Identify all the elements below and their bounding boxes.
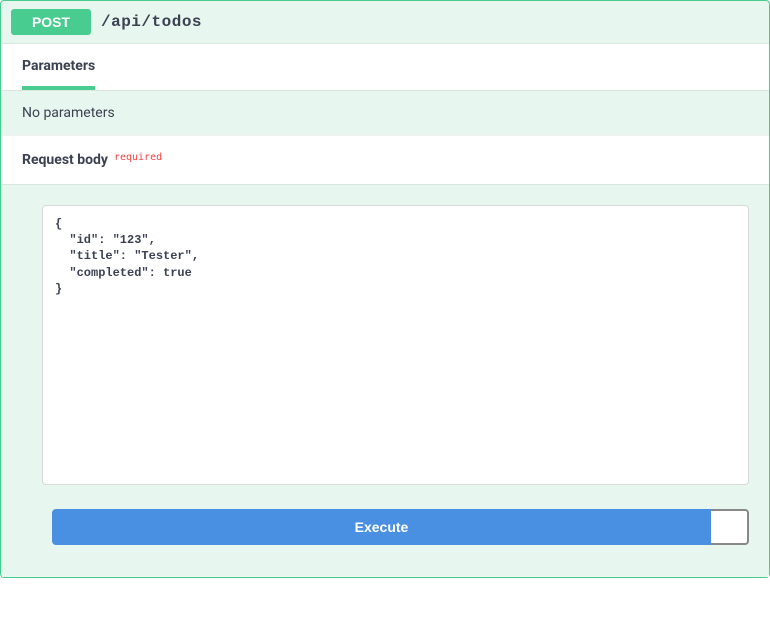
execute-button[interactable]: Execute <box>52 509 711 545</box>
method-badge: POST <box>11 9 91 35</box>
required-badge: required <box>114 152 162 163</box>
operation-header[interactable]: POST /api/todos <box>1 1 769 43</box>
endpoint-path: /api/todos <box>101 13 202 31</box>
operation-block: POST /api/todos Parameters No parameters… <box>0 0 770 578</box>
request-body-label: Request body <box>22 152 108 168</box>
clear-button[interactable] <box>711 509 749 545</box>
tab-parameters[interactable]: Parameters <box>22 58 95 90</box>
operation-body: Parameters No parameters Request body re… <box>2 43 769 577</box>
request-body-section: Execute <box>2 184 769 577</box>
execute-row: Execute <box>42 489 749 557</box>
request-body-editor[interactable] <box>42 205 749 485</box>
no-parameters-message: No parameters <box>2 90 769 135</box>
request-body-header: Request body required <box>2 135 769 184</box>
tabs-row: Parameters <box>2 44 769 90</box>
